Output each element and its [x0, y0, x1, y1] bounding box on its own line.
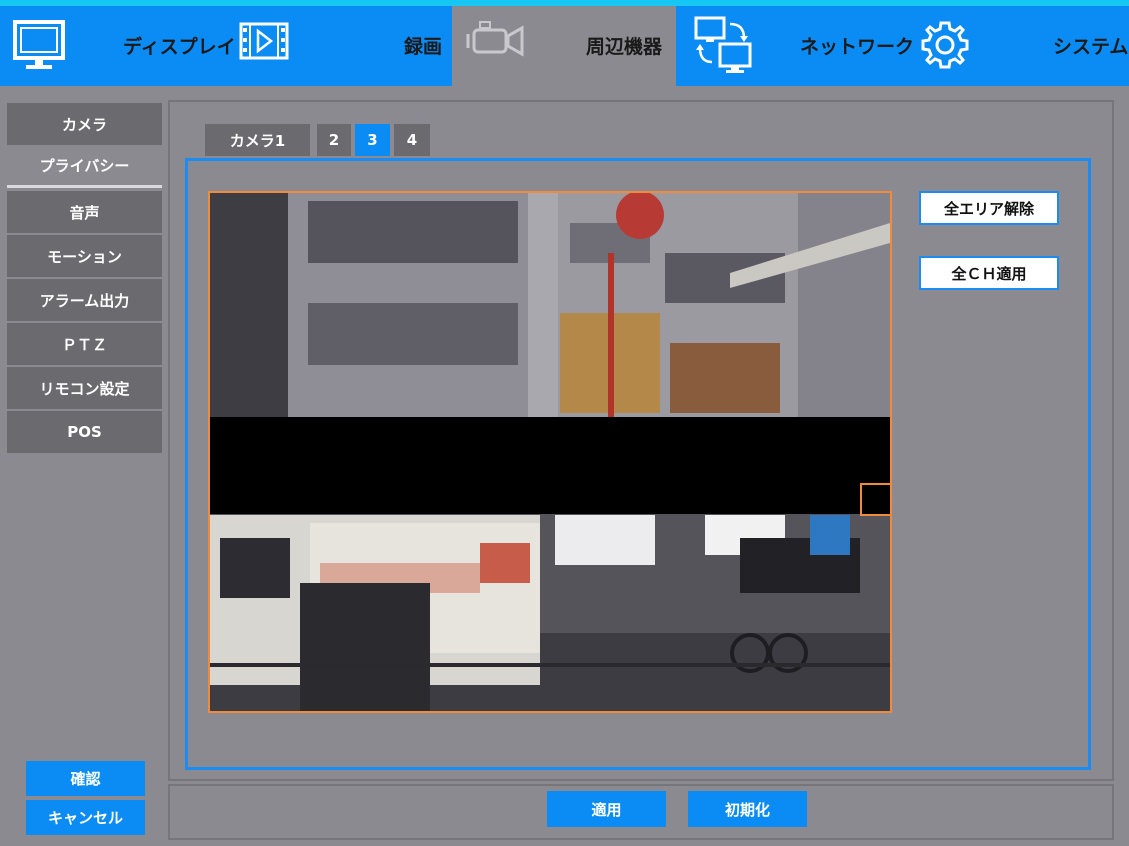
- sidebar-item-remote-settings[interactable]: リモコン設定: [7, 367, 162, 409]
- film-play-icon: [239, 22, 289, 60]
- camera-icon: [466, 21, 524, 57]
- sidebar-item-ptz[interactable]: ＰＴＺ: [7, 323, 162, 365]
- sidebar-item-motion[interactable]: モーション: [7, 235, 162, 277]
- apply-button[interactable]: 適用: [547, 791, 666, 827]
- network-monitors-icon: [694, 16, 752, 73]
- nav-system-label: システム: [1053, 36, 1129, 58]
- tab-camera-3[interactable]: 3: [355, 124, 390, 156]
- sidebar-item-alarm-output[interactable]: アラーム出力: [7, 279, 162, 321]
- top-nav-bar: ディスプレイ 録画 周辺機器 ネットワーク システム: [0, 0, 1129, 86]
- privacy-mask-resize-handle[interactable]: [860, 483, 890, 516]
- cancel-button[interactable]: キャンセル: [26, 800, 145, 835]
- tab-camera-2[interactable]: 2: [317, 124, 351, 156]
- confirm-button[interactable]: 確認: [26, 761, 145, 796]
- apply-all-channels-button[interactable]: 全ＣＨ適用: [919, 256, 1059, 290]
- nav-display-label: ディスプレイ: [123, 36, 236, 58]
- nav-network[interactable]: ネットワーク: [676, 6, 918, 86]
- clear-all-areas-button[interactable]: 全エリア解除: [919, 191, 1059, 225]
- nav-peripheral[interactable]: 周辺機器: [452, 6, 676, 86]
- monitor-icon: [13, 20, 65, 69]
- sidebar-item-privacy[interactable]: プライバシー: [7, 146, 162, 188]
- nav-recording-label: 録画: [404, 36, 443, 58]
- reset-button[interactable]: 初期化: [688, 791, 807, 827]
- privacy-mask-area[interactable]: [210, 417, 890, 514]
- tab-camera-4[interactable]: 4: [394, 124, 430, 156]
- gear-icon: [921, 21, 969, 69]
- nav-peripheral-label: 周辺機器: [586, 36, 663, 58]
- tab-camera-1[interactable]: カメラ1: [205, 124, 310, 156]
- sidebar-item-pos[interactable]: POS: [7, 411, 162, 453]
- sidebar-item-audio[interactable]: 音声: [7, 191, 162, 233]
- camera-preview[interactable]: [208, 191, 892, 713]
- sidebar-item-camera[interactable]: カメラ: [7, 103, 162, 145]
- nav-system[interactable]: システム: [918, 6, 1129, 86]
- nav-network-label: ネットワーク: [800, 36, 915, 58]
- nav-recording[interactable]: 録画: [230, 6, 452, 86]
- nav-display[interactable]: ディスプレイ: [0, 6, 236, 86]
